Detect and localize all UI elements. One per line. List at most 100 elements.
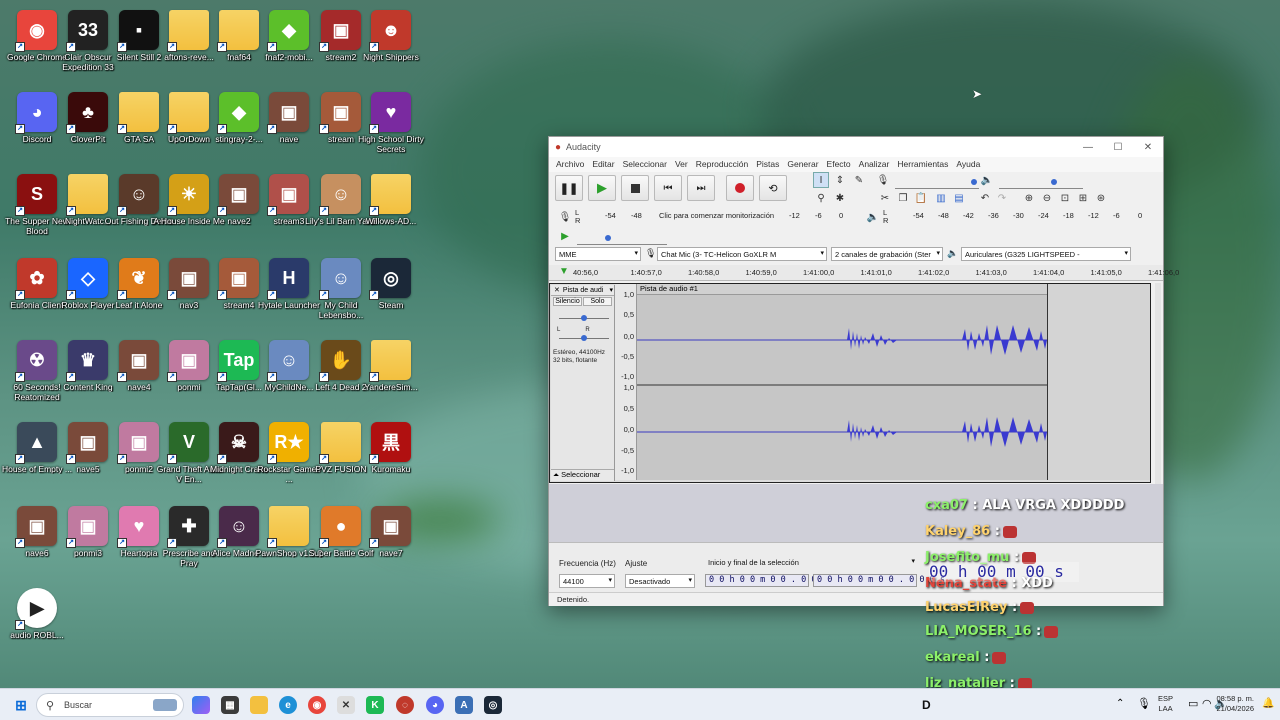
skip-start-button[interactable]: ⏮ — [654, 175, 682, 201]
recording-channels-select[interactable]: 2 canales de grabación (Ster — [831, 247, 943, 261]
tray-mic-icon[interactable]: 🎙 — [1137, 697, 1151, 710]
cut-button[interactable]: ✂ — [877, 190, 893, 206]
playback-device-select[interactable]: Auriculares (G325 LIGHTSPEED - — [961, 247, 1131, 261]
mute-button[interactable]: Silencio — [553, 297, 582, 306]
record-volume-slider[interactable] — [895, 175, 979, 189]
play-speed-slider[interactable] — [577, 231, 667, 245]
menu-item[interactable]: Reproducción — [692, 157, 752, 172]
pencil-icon: ✎ — [854, 174, 864, 186]
pause-button[interactable]: ❚❚ — [555, 175, 583, 201]
clip-header[interactable]: Pista de audio #1 — [637, 284, 1047, 295]
pan-slider[interactable] — [559, 335, 609, 341]
selection-mode-select[interactable]: Inicio y final de la selección — [705, 556, 917, 570]
monitor-hint[interactable]: Clic para comenzar monitorización — [659, 211, 774, 220]
waveform-clip[interactable]: Pista de audio #1 — [637, 284, 1047, 480]
maximize-button[interactable]: ☐ — [1103, 142, 1133, 153]
selection-end-time[interactable]: 0 0 h 0 0 m 0 0 . 0 0 0 s — [813, 574, 945, 587]
play-at-speed-button[interactable]: ▶ — [557, 228, 573, 244]
notification-bell-icon[interactable]: 🔔 — [1262, 698, 1274, 709]
playback-volume-slider[interactable] — [999, 175, 1083, 189]
app-icon[interactable]: A — [455, 696, 473, 714]
chrome-icon[interactable]: ◉ — [308, 696, 326, 714]
loop-button[interactable]: ⟲ — [759, 175, 787, 201]
zoom-out-button[interactable]: ⊖ — [1039, 190, 1055, 206]
edge-icon[interactable]: e — [279, 696, 297, 714]
input-language[interactable]: ESP LAA — [1158, 694, 1173, 714]
recording-device-select[interactable]: Chat Mic (3- TC-Helicon GoXLR M — [657, 247, 827, 261]
skip-end-button[interactable]: ⏭ — [687, 175, 715, 201]
zoom-in-button[interactable]: ⊕ — [1021, 190, 1037, 206]
zoom-toggle-button[interactable]: ⊛ — [1093, 190, 1109, 206]
record-button[interactable] — [726, 175, 754, 201]
solo-button[interactable]: Solo — [583, 297, 612, 306]
multi-tool[interactable]: ✱ — [832, 190, 848, 206]
snap-select[interactable]: Desactivado — [625, 574, 695, 588]
silence-button[interactable]: ▤ — [951, 190, 967, 206]
track-close-icon[interactable]: ✕ — [551, 286, 563, 294]
tray-network-icon[interactable]: ▭ — [1188, 697, 1198, 710]
redo-button[interactable]: ↷ — [994, 190, 1010, 206]
app-icon[interactable]: K — [366, 696, 384, 714]
stop-button[interactable] — [621, 175, 649, 201]
minimize-button[interactable]: — — [1073, 142, 1103, 153]
desktop-icon[interactable]: ↗ YandereSim... — [354, 334, 428, 414]
menu-item[interactable]: Archivo — [552, 157, 588, 172]
fit-project-button[interactable]: ⊞ — [1075, 190, 1091, 206]
taskbar-search[interactable]: ⚲ Buscar — [36, 693, 184, 717]
selection-tool[interactable]: I — [813, 172, 829, 188]
app-icon[interactable]: ✕ — [337, 696, 355, 714]
desktop-icon[interactable]: ▣ ↗ nave7 — [354, 500, 428, 580]
desktop-icon[interactable]: ♥ ↗ High School Dirty Secrets — [354, 86, 428, 166]
app-icon[interactable]: ◌ — [396, 696, 414, 714]
zoom-tool[interactable]: ⚲ — [813, 190, 829, 206]
desktop-icon[interactable]: ☻ ↗ Night Shippers — [354, 4, 428, 84]
audacity-titlebar[interactable]: ● Audacity — ☐ ✕ — [549, 137, 1163, 157]
audacity-window[interactable]: ● Audacity — ☐ ✕ Archivo Editar Selecciona… — [548, 136, 1179, 606]
menu-item[interactable]: Efecto — [823, 157, 855, 172]
selection-start-time[interactable]: 0 0 h 0 0 m 0 0 . 0 0 0 s — [705, 574, 837, 587]
tray-letter[interactable]: D — [922, 698, 931, 712]
steam-icon[interactable]: ◎ — [484, 696, 502, 714]
menu-item[interactable]: Pistas — [752, 157, 783, 172]
gain-slider[interactable] — [559, 315, 609, 321]
shortcut-arrow-icon: ↗ — [15, 538, 25, 548]
draw-tool[interactable]: ✎ — [851, 172, 867, 188]
desktop-icon[interactable]: 黒 ↗ Kuromaku — [354, 416, 428, 496]
play-meter-icon[interactable]: 🔈 — [865, 209, 881, 225]
tray-overflow-icon[interactable]: ⌃ — [1116, 698, 1124, 709]
trim-button[interactable]: ▥ — [933, 190, 949, 206]
desktop-icon[interactable]: ◎ ↗ Steam — [354, 252, 428, 332]
project-rate-select[interactable]: 44100 — [559, 574, 615, 588]
empty-track-region[interactable] — [1047, 284, 1150, 480]
select-track-button[interactable]: ⏶ Seleccionar — [551, 469, 614, 481]
track-header[interactable]: ✕ Pista de audi ▾ — [551, 285, 614, 296]
menu-item[interactable]: Editar — [588, 157, 618, 172]
desktop-icon[interactable]: ▶ ↗ audio ROBL... — [0, 582, 74, 662]
menu-item[interactable]: Herramientas — [893, 157, 952, 172]
paste-button[interactable]: 📋 — [913, 190, 929, 206]
taskbar-clock[interactable]: 08:58 p. m. 21/04/2026 — [1216, 694, 1254, 714]
audio-host-select[interactable]: MME — [555, 247, 641, 261]
menu-item[interactable]: Ver — [671, 157, 692, 172]
store-icon[interactable]: ▦ — [221, 696, 239, 714]
menu-item[interactable]: Seleccionar — [619, 157, 671, 172]
timeline-ruler[interactable]: ▼ 40:56,0 1:40:57,0 1:40:58,0 1:40:59,0 1:41… — [549, 265, 1179, 281]
menu-item[interactable]: Generar — [783, 157, 822, 172]
start-button[interactable]: ⊞ — [12, 696, 30, 714]
copy-button[interactable]: ❐ — [895, 190, 911, 206]
file-explorer-icon[interactable] — [250, 696, 268, 714]
record-meter-icon[interactable]: 🎙 — [557, 209, 573, 225]
menu-item[interactable]: Ayuda — [952, 157, 984, 172]
fit-selection-button[interactable]: ⊡ — [1057, 190, 1073, 206]
discord-icon[interactable]: ◕ — [426, 696, 444, 714]
tray-wifi-icon[interactable]: ◠ — [1202, 697, 1212, 710]
undo-button[interactable]: ↶ — [977, 190, 993, 206]
play-button[interactable]: ▶ — [588, 175, 616, 201]
desktop-icon[interactable]: ↗ Willows-AD... — [354, 168, 428, 248]
menu-item[interactable]: Analizar — [855, 157, 894, 172]
copilot-icon[interactable] — [192, 696, 210, 714]
close-button[interactable]: ✕ — [1133, 142, 1163, 153]
track-area[interactable]: ✕ Pista de audi ▾ Silencio Solo L R Esté… — [549, 283, 1151, 483]
track-name-menu[interactable]: Pista de audi — [563, 287, 603, 294]
envelope-tool[interactable]: ⇕ — [832, 172, 848, 188]
